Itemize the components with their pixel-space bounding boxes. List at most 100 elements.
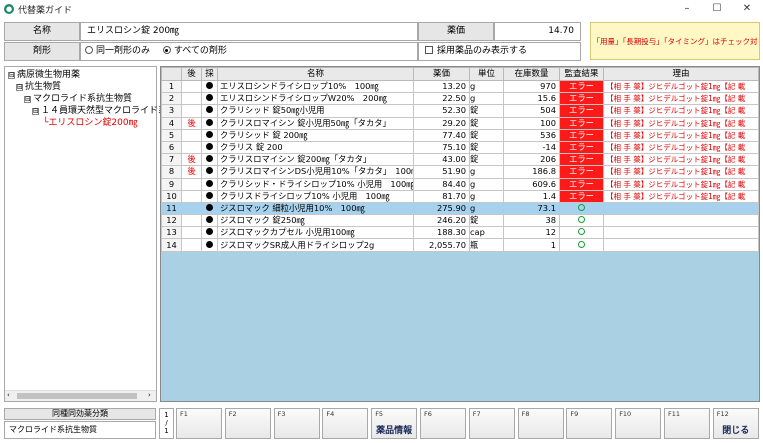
audit-result: エラー xyxy=(559,79,604,94)
audit-result xyxy=(559,201,604,216)
tree-node-label: 抗生物質 xyxy=(25,82,62,92)
radio-same-indicator[interactable] xyxy=(85,46,93,54)
adopted-mark xyxy=(201,104,218,118)
col-reason[interactable]: 理由 xyxy=(603,67,759,81)
radio-all-indicator[interactable] xyxy=(162,46,171,54)
fkey-f1-button[interactable]: F1 xyxy=(176,408,222,439)
table-row[interactable]: 8 後 クラリスロマイシンDS小児用10%「タカタ」 100㎎ 51.90 g 186.8… xyxy=(161,165,759,179)
col-unit[interactable]: 単位 xyxy=(469,67,504,81)
form-label: 剤形 xyxy=(4,42,80,61)
table-row[interactable]: 2 エリスロシンドライシロップW20% 200㎎ 22.50 g 15.6 エラー 【相 手… xyxy=(161,92,759,106)
drug-unit: g xyxy=(469,79,504,94)
adopted-only-checkbox[interactable]: 採用薬品のみ表示する xyxy=(418,42,581,61)
col-audit-result[interactable]: 監査結果 xyxy=(559,67,604,81)
maximize-button[interactable]: ☐ xyxy=(702,0,732,18)
drug-price: 77.40 xyxy=(413,128,470,142)
stock-qty: 15.6 xyxy=(503,92,560,106)
fkey-f3-button[interactable]: F3 xyxy=(273,408,320,439)
radio-all-forms[interactable]: すべての剤形 xyxy=(162,46,227,56)
fkey-f6-button[interactable]: F6 xyxy=(420,408,466,439)
audit-result: エラー xyxy=(559,177,604,191)
fkey-f2-button[interactable]: F2 xyxy=(224,408,271,439)
audit-result: エラー xyxy=(559,128,604,142)
reason-text: 【相 手 薬】ジヒデルゴット錠1㎎【記 載 xyxy=(603,140,759,155)
checkbox-indicator[interactable] xyxy=(425,46,433,54)
adopted-mark xyxy=(201,238,218,252)
page-total: 1 xyxy=(164,427,169,435)
stock-qty: 504 xyxy=(503,104,560,118)
col-late[interactable]: 後 xyxy=(181,67,202,81)
audit-result: エラー xyxy=(559,104,604,118)
drug-price: 188.30 xyxy=(413,226,470,240)
scroll-thumb[interactable] xyxy=(17,393,137,399)
collapse-icon[interactable]: ⊟ xyxy=(32,108,39,115)
table-row[interactable]: 1 エリスロシンドライシロップ10% 100㎎ 13.20 g 970 エラー 【相 手 薬… xyxy=(161,79,759,94)
tree-node-1[interactable]: ⊟ 抗生物質 xyxy=(16,82,61,93)
collapse-icon[interactable]: ⊟ xyxy=(24,96,31,103)
drug-unit: 錠 xyxy=(469,153,504,167)
form-radio-group: 同一剤形のみ すべての剤形 xyxy=(80,42,418,61)
col-price[interactable]: 薬価 xyxy=(413,67,470,81)
stock-qty: 38 xyxy=(503,214,560,228)
tree-node-4[interactable]: └エリスロシン錠200㎎ xyxy=(43,118,138,129)
fkey-number: F2 xyxy=(228,410,237,418)
col-adopted[interactable]: 採 xyxy=(201,67,218,81)
table-row[interactable]: 14 ジスロマックSR成人用ドライシロップ2g 2,055.70 瓶 1 xyxy=(161,238,759,252)
table-row[interactable]: 13 ジスロマックカプセル 小児用100㎎ 188.30 cap 12 xyxy=(161,226,759,240)
col-stock[interactable]: 在庫数量 xyxy=(503,67,560,81)
ok-circle-icon xyxy=(578,203,585,211)
table-row[interactable]: 11 ジスロマック 細粒小児用10% 100㎎ 275.90 g 73.1 xyxy=(161,201,759,216)
col-name[interactable]: 名称 xyxy=(217,67,414,81)
fkey-f12-button[interactable]: F12 閉じる xyxy=(712,408,759,439)
stock-qty: 536 xyxy=(503,128,560,142)
radio-same-form[interactable]: 同一剤形のみ xyxy=(85,46,150,56)
fkey-f7-button[interactable]: F7 xyxy=(468,408,515,439)
fkey-f11-button[interactable]: F11 xyxy=(664,408,710,439)
stock-qty: 73.1 xyxy=(503,201,560,216)
fkey-f4-button[interactable]: F4 xyxy=(322,408,369,439)
table-row[interactable]: 6 クラリス 錠 200 75.10 錠 -14 エラー 【相 手 薬】ジヒデルゴット錠1㎎… xyxy=(161,140,759,155)
app-icon: ● xyxy=(4,4,14,14)
collapse-icon[interactable]: ⊟ xyxy=(8,72,15,79)
title-bar: ● 代替薬ガイド xyxy=(0,0,763,18)
fkey-f8-button[interactable]: F8 xyxy=(517,408,564,439)
tree-node-2[interactable]: ⊟ マクロライド系抗生物質 xyxy=(24,94,132,105)
minimize-button[interactable]: – xyxy=(672,0,702,18)
fkey-number: F1 xyxy=(180,410,188,418)
fkey-f10-button[interactable]: F10 xyxy=(615,408,662,439)
close-button[interactable]: ✕ xyxy=(732,0,762,18)
audit-result: エラー xyxy=(559,165,604,179)
table-row[interactable]: 5 クラリシッド 錠 200㎎ 77.40 錠 536 エラー 【相 手 薬】ジヒデルゴット… xyxy=(161,128,759,142)
scroll-left-icon[interactable]: ‹ xyxy=(7,391,10,399)
drug-unit: g xyxy=(469,165,504,179)
reason-text xyxy=(603,238,759,252)
tree-node-label: 病原微生物用薬 xyxy=(17,70,81,80)
reason-text: 【相 手 薬】ジヒデルゴット錠1㎎【記 載 xyxy=(603,189,759,203)
stock-qty: 1.4 xyxy=(503,189,560,203)
table-row[interactable]: 12 ジスロマック 錠250㎎ 246.20 錠 38 xyxy=(161,214,759,228)
tree-node-3[interactable]: ⊟ １４員環天然型マクロライド系抗 xyxy=(32,106,176,117)
tree-node-0[interactable]: ⊟ 病原微生物用薬 xyxy=(8,70,80,81)
collapse-icon[interactable]: ⊟ xyxy=(16,84,23,91)
name-value: エリスロシン錠 200㎎ xyxy=(80,22,418,41)
drug-price: 29.20 xyxy=(413,116,470,130)
table-row[interactable]: 7 後 クラリスロマイシン 錠200㎎「タカタ」 43.00 錠 206 エラー 【相 手 薬… xyxy=(161,153,759,167)
ok-circle-icon xyxy=(578,240,585,248)
table-row[interactable]: 10 クラリスドライシロップ10% 小児用 100㎎ 81.70 g 1.4 エラー 【相 … xyxy=(161,189,759,203)
fkey-f9-button[interactable]: F9 xyxy=(566,408,613,439)
adopted-dot-icon xyxy=(206,130,213,138)
adopted-dot-icon xyxy=(206,240,213,248)
drug-name: ジスロマック 細粒小児用10% 100㎎ xyxy=(217,201,414,216)
tree-horizontal-scrollbar[interactable]: ‹ › xyxy=(5,390,156,401)
fkey-number: F9 xyxy=(570,410,579,418)
drug-name: クラリシッド 錠50㎎小児用 xyxy=(217,104,414,118)
adopted-dot-icon xyxy=(206,82,213,90)
table-row[interactable]: 3 クラリシッド 錠50㎎小児用 52.30 錠 504 エラー 【相 手 薬】ジヒデルゴッ… xyxy=(161,104,759,118)
page-sep: / xyxy=(165,419,168,427)
radio-all-label: すべての剤形 xyxy=(173,46,227,56)
table-row[interactable]: 4 後 クラリスロマイシン 錠小児用50㎎「タカタ」 29.20 錠 100 エラー 【相 手… xyxy=(161,116,759,130)
adopted-mark xyxy=(201,116,218,130)
scroll-right-icon[interactable]: › xyxy=(148,391,151,399)
fkey-f5-button[interactable]: F5 薬品情報 xyxy=(371,408,418,439)
table-row[interactable]: 9 クラリシッド・ドライシロップ10% 小児用 100㎎ 84.40 g 609.6 エラ… xyxy=(161,177,759,191)
